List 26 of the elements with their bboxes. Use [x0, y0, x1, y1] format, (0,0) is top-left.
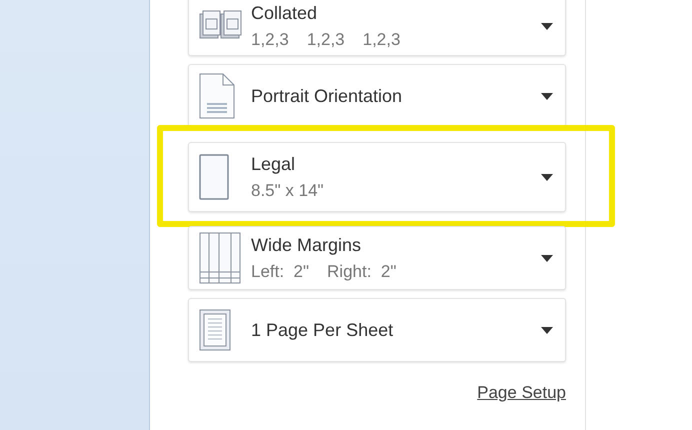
setting-dropdown[interactable]: Collated 1,2,3 1,2,3 1,2,3 [188, 0, 566, 56]
page-icon [199, 309, 231, 351]
setting-title: Portrait Orientation [251, 85, 404, 108]
setting-detail: 8.5" x 14" [251, 180, 324, 202]
setting-title: 1 Page Per Sheet [251, 319, 394, 342]
caret-icon [541, 22, 553, 30]
caret-icon [541, 254, 553, 262]
setting-dropdown[interactable]: Wide Margins Left: 2" Right: 2" [188, 226, 566, 290]
caret-icon [541, 326, 553, 334]
margins-icon [199, 232, 241, 284]
setting-dropdown[interactable]: Portrait Orientation [188, 64, 566, 128]
setting-detail: Left: 2" [251, 261, 310, 283]
blank-page-icon [199, 154, 229, 200]
page-setup-link[interactable]: Page Setup [477, 380, 566, 406]
setting-title: Legal [251, 153, 296, 176]
setting-title: Wide Margins [251, 234, 362, 257]
setting-dropdown[interactable]: 1 Page Per Sheet [188, 298, 566, 362]
setting-detail: 1,2,3 [362, 29, 400, 51]
caret-icon [541, 174, 553, 180]
setting-detail: 1,2,3 [251, 29, 289, 51]
setting-detail: Right: 2" [327, 261, 396, 283]
setting-detail: 1,2,3 [306, 29, 345, 51]
caret-icon [541, 92, 553, 100]
setting-title: Collated [251, 2, 318, 25]
setting-dropdown[interactable]: Legal 8.5" x 14" [188, 142, 566, 212]
document-icon [199, 73, 235, 119]
